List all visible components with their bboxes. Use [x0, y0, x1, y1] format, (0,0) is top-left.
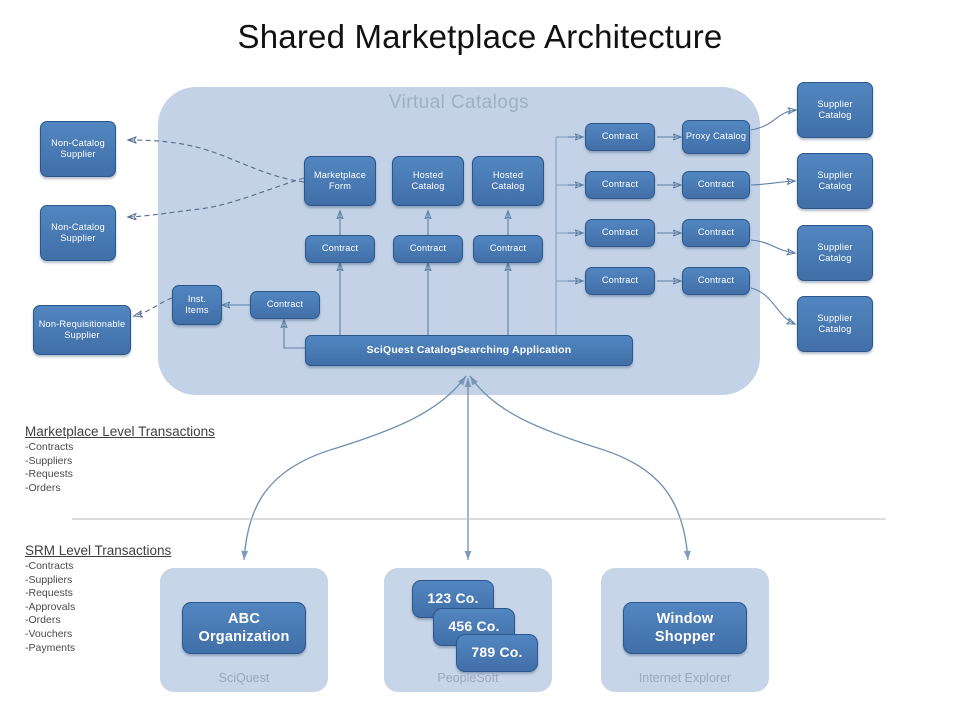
caption-sciquest: SciQuest: [218, 671, 270, 685]
virtual-catalogs-label: Virtual Catalogs: [388, 92, 530, 113]
node-label: Contract: [601, 275, 639, 286]
node-label: Supplier Catalog: [817, 241, 853, 264]
node-hosted-catalog-1[interactable]: Hosted Catalog: [392, 156, 464, 206]
diagram-canvas: Shared Marketplace Architecture Virtual …: [0, 0, 960, 720]
list-item: -Orders: [25, 614, 61, 627]
list-item: -Approvals: [25, 600, 76, 613]
node-supplier-catalog-1[interactable]: Supplier Catalog: [797, 82, 873, 138]
node-contract-hosted-2[interactable]: Contract: [473, 235, 543, 263]
node-abc-organization[interactable]: ABC Organization: [182, 602, 306, 654]
node-non-catalog-supplier-2[interactable]: Non-Catalog Supplier: [40, 205, 116, 261]
node-label: Contract: [697, 227, 735, 238]
node-label: Hosted Catalog: [491, 169, 525, 192]
srm-transactions-list: -Contracts -Suppliers -Requests -Approva…: [25, 560, 75, 655]
list-item: -Payments: [25, 641, 76, 654]
caption-internet-explorer: Internet Explorer: [638, 671, 732, 685]
node-right-contract-1[interactable]: Contract: [585, 123, 655, 151]
node-right-contract-4[interactable]: Contract: [585, 267, 655, 295]
node-supplier-catalog-4[interactable]: Supplier Catalog: [797, 296, 873, 352]
node-label: 789 Co.: [471, 644, 523, 661]
node-label: Contract: [697, 179, 735, 190]
node-label: Supplier Catalog: [817, 98, 853, 121]
list-item: -Contracts: [25, 441, 74, 453]
node-sciquest-application-bar[interactable]: SciQuest CatalogSearching Application: [305, 335, 633, 366]
node-proxy-catalog[interactable]: Proxy Catalog: [682, 120, 750, 154]
node-label: 456 Co.: [448, 618, 500, 635]
node-label: Supplier Catalog: [817, 169, 853, 192]
node-label: Contract: [266, 299, 304, 310]
list-item: -Contracts: [25, 560, 74, 572]
list-item: -Orders: [25, 481, 61, 494]
node-contract-marketplace[interactable]: Contract: [305, 235, 375, 263]
node-label: Supplier Catalog: [817, 312, 853, 335]
node-right-contract-3[interactable]: Contract: [585, 219, 655, 247]
node-contract-hosted-1[interactable]: Contract: [393, 235, 463, 263]
list-item: -Suppliers: [25, 573, 73, 586]
node-label: Contract: [409, 243, 447, 254]
list-item: -Requests: [25, 468, 73, 481]
marketplace-transactions-list: -Contracts -Suppliers -Requests -Orders: [25, 441, 73, 495]
node-target-contract-4[interactable]: Contract: [682, 267, 750, 295]
node-label: Non-Catalog Supplier: [51, 221, 105, 244]
node-inst-items[interactable]: Inst. Items: [172, 285, 222, 325]
marketplace-transactions-heading: Marketplace Level Transactions: [25, 424, 215, 439]
node-label: Contract: [697, 275, 735, 286]
node-label: Non-Catalog Supplier: [51, 137, 105, 160]
node-inst-contract[interactable]: Contract: [250, 291, 320, 319]
node-label: 123 Co.: [427, 590, 479, 607]
list-item: -Requests: [25, 587, 73, 600]
node-label: ABC Organization: [198, 611, 290, 645]
node-label: Marketplace Form: [313, 169, 367, 192]
node-marketplace-form[interactable]: Marketplace Form: [304, 156, 376, 206]
node-label: Contract: [321, 243, 359, 254]
srm-transactions-heading: SRM Level Transactions: [25, 543, 172, 558]
node-company-789[interactable]: 789 Co.: [456, 634, 538, 672]
node-non-requisitionable-supplier[interactable]: Non-Requisitionable Supplier: [33, 305, 131, 355]
node-target-contract-2[interactable]: Contract: [682, 171, 750, 199]
node-non-catalog-supplier-1[interactable]: Non-Catalog Supplier: [40, 121, 116, 177]
node-label: Non-Requisitionable Supplier: [38, 318, 126, 341]
node-hosted-catalog-2[interactable]: Hosted Catalog: [472, 156, 544, 206]
node-label: Window Shopper: [654, 611, 716, 645]
node-window-shopper[interactable]: Window Shopper: [623, 602, 747, 654]
node-supplier-catalog-3[interactable]: Supplier Catalog: [797, 225, 873, 281]
node-label: Contract: [601, 131, 639, 142]
caption-peoplesoft: PeopleSoft: [437, 671, 499, 685]
node-label: Proxy Catalog: [685, 131, 747, 142]
node-label: Contract: [601, 227, 639, 238]
list-item: -Vouchers: [25, 627, 73, 640]
page-title: Shared Marketplace Architecture: [237, 18, 723, 55]
node-label: Contract: [601, 179, 639, 190]
node-label: SciQuest CatalogSearching Application: [366, 343, 572, 356]
list-item: -Suppliers: [25, 454, 73, 467]
node-label: Inst. Items: [185, 293, 209, 316]
node-target-contract-3[interactable]: Contract: [682, 219, 750, 247]
node-label: Hosted Catalog: [411, 169, 445, 192]
node-label: Contract: [489, 243, 527, 254]
node-supplier-catalog-2[interactable]: Supplier Catalog: [797, 153, 873, 209]
node-right-contract-2[interactable]: Contract: [585, 171, 655, 199]
